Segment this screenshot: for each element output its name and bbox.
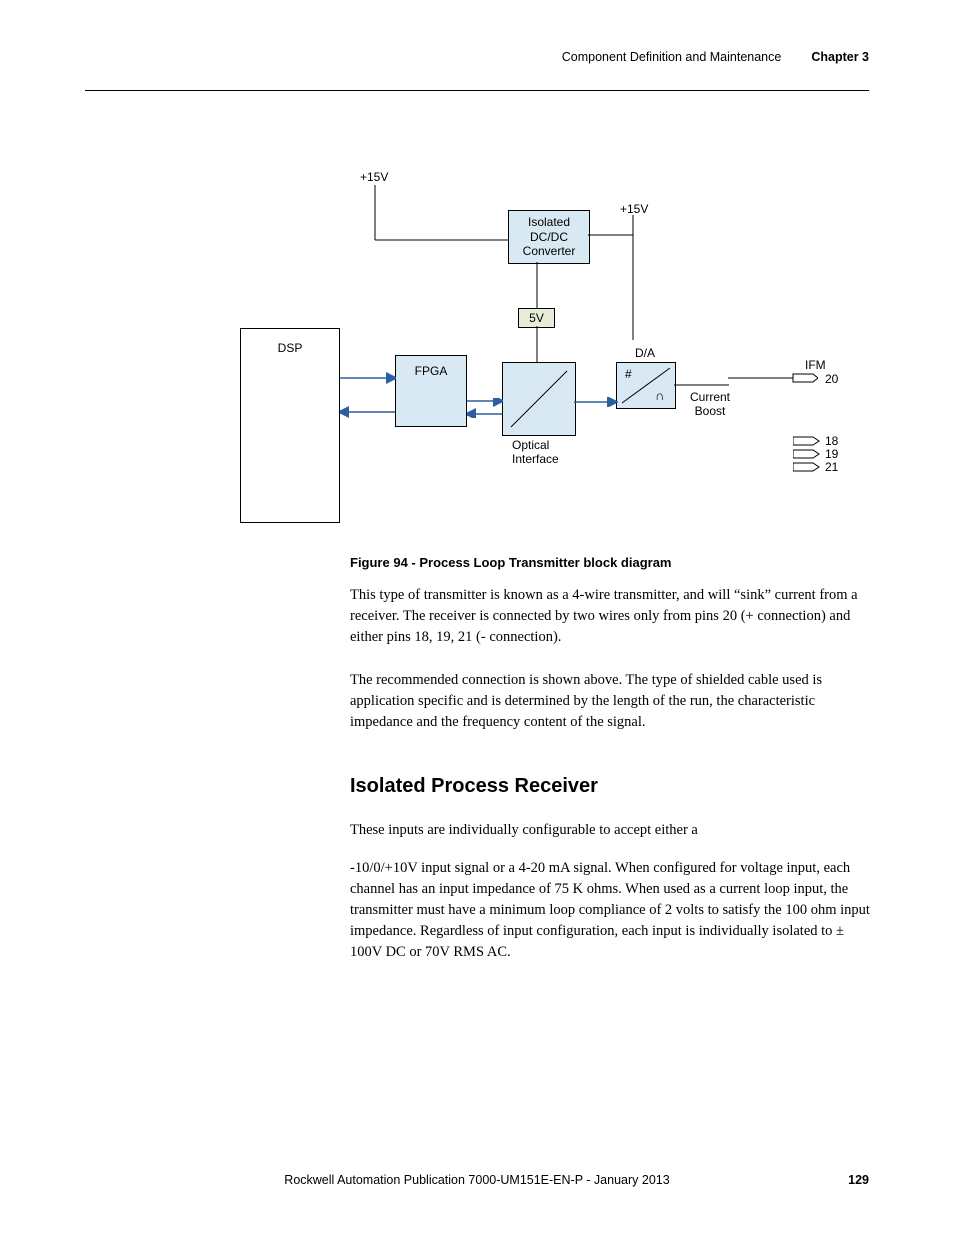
page-footer: Rockwell Automation Publication 7000-UM1…: [85, 1173, 869, 1187]
connector-pin21: [793, 462, 821, 472]
connector-pin18: [793, 436, 821, 446]
page: Component Definition and Maintenance Cha…: [0, 0, 954, 1235]
header-chapter: Chapter 3: [811, 50, 869, 64]
block-fpga: FPGA: [395, 355, 467, 427]
label-pin21: 21: [825, 460, 838, 474]
label-optical: Optical Interface: [512, 438, 559, 466]
wire: [674, 380, 729, 390]
label-plus15v-right: +15V: [620, 202, 648, 216]
page-header: Component Definition and Maintenance Cha…: [85, 50, 869, 64]
footer-publication: Rockwell Automation Publication 7000-UM1…: [85, 1173, 869, 1187]
label-cap: ∩: [655, 388, 664, 403]
section-heading: Isolated Process Receiver: [350, 775, 598, 798]
figure-caption: Figure 94 - Process Loop Transmitter blo…: [350, 555, 671, 570]
wire: [340, 368, 396, 423]
block-diagram: +15V Isolated DC/DC Converter +15V 5V DS…: [240, 160, 880, 540]
label-pin18: 18: [825, 434, 838, 448]
label-ifm: IFM: [805, 358, 826, 372]
body-paragraph-4: -10/0/+10V input signal or a 4-20 mA sig…: [350, 858, 870, 963]
wire: [467, 398, 503, 418]
header-section-title: Component Definition and Maintenance: [562, 50, 782, 64]
connector-pin20: [728, 373, 818, 383]
wire: [588, 215, 648, 345]
header-rule: [85, 90, 869, 91]
label-plus15v-left: +15V: [360, 170, 388, 184]
wire: [370, 185, 380, 240]
label-current-boost: Current Boost: [690, 390, 730, 418]
body-paragraph-2: The recommended connection is shown abov…: [350, 670, 870, 733]
block-converter: Isolated DC/DC Converter: [508, 210, 590, 264]
label-hash: #: [625, 367, 632, 381]
block-dsp: DSP: [240, 328, 340, 523]
wire: [574, 397, 618, 407]
label-pin19: 19: [825, 447, 838, 461]
wire: [532, 262, 542, 308]
block-optical: [502, 362, 576, 436]
body-paragraph-1: This type of transmitter is known as a 4…: [350, 585, 870, 648]
connector-pin19: [793, 449, 821, 459]
label-da: D/A: [635, 346, 655, 360]
block-5v: 5V: [518, 308, 555, 328]
label-pin20: 20: [825, 372, 838, 386]
optical-diagonal-icon: [503, 363, 575, 435]
wire: [532, 326, 542, 364]
body-paragraph-3: These inputs are individually configurab…: [350, 820, 870, 841]
wire: [375, 235, 510, 245]
